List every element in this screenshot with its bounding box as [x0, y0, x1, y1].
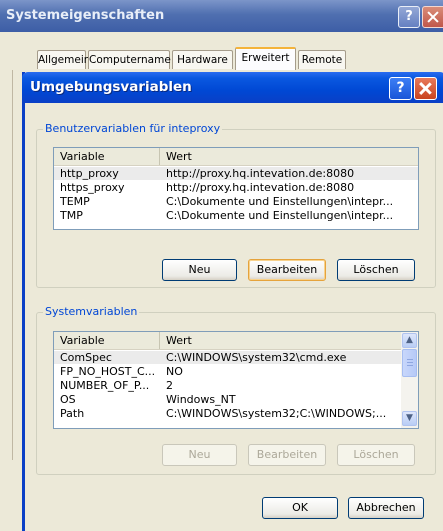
table-row[interactable]: ComSpec C:\WINDOWS\system32\cmd.exe	[54, 351, 401, 364]
variable-name: NUMBER_OF_P...	[60, 379, 150, 392]
user-delete-button[interactable]: Löschen	[337, 259, 415, 281]
dialog-title: Umgebungsvariablen	[30, 79, 192, 95]
environment-variables-dialog: Umgebungsvariablen ? Benutzervariablen f…	[22, 72, 443, 531]
close-icon[interactable]	[414, 77, 437, 100]
close-icon[interactable]	[422, 6, 443, 28]
system-properties-title-bar[interactable]: Systemeigenschaften ?	[0, 0, 443, 32]
variable-value: Windows_NT	[166, 393, 236, 406]
variable-name: Path	[60, 407, 85, 420]
variable-value: http://proxy.hq.intevation.de:8080	[166, 167, 355, 180]
variable-value: C:\WINDOWS\system32\cmd.exe	[166, 351, 347, 364]
list-header: Variable Wert	[54, 148, 418, 166]
tab-remote[interactable]: Remote	[298, 50, 346, 69]
variable-value: http://proxy.hq.intevation.de:8080	[166, 181, 355, 194]
user-edit-button[interactable]: Bearbeiten	[248, 259, 326, 281]
table-row[interactable]: http_proxy http://proxy.hq.intevation.de…	[54, 167, 418, 180]
system-new-button[interactable]: Neu	[162, 444, 237, 466]
scroll-down-icon[interactable]: ▼	[402, 411, 417, 426]
tab-erweitert[interactable]: Erweitert	[235, 47, 296, 70]
variable-value: C:\Dokumente und Einstellungen\intepr...	[166, 209, 394, 222]
variable-name: https_proxy	[60, 181, 125, 194]
variable-value: C:\Dokumente und Einstellungen\intepr...	[166, 195, 394, 208]
tab-computername[interactable]: Computername	[88, 50, 171, 69]
scroll-thumb[interactable]	[402, 349, 417, 377]
variable-name: FP_NO_HOST_C...	[60, 365, 156, 378]
system-variables-group: Systemvariablen Variable Wert ComSpec C:…	[36, 305, 436, 475]
list-header: Variable Wert	[54, 332, 401, 350]
variable-value: NO	[166, 365, 183, 378]
help-icon[interactable]: ?	[398, 6, 420, 28]
window-edge	[0, 70, 13, 460]
system-delete-button[interactable]: Löschen	[337, 444, 415, 466]
table-row[interactable]: TMP C:\Dokumente und Einstellungen\intep…	[54, 209, 418, 222]
variable-value: C:\WINDOWS\system32;C:\WINDOWS;...	[166, 407, 387, 420]
column-header-value[interactable]: Wert	[160, 148, 418, 165]
variable-value: 2	[166, 379, 173, 392]
system-variables-list[interactable]: Variable Wert ComSpec C:\WINDOWS\system3…	[53, 331, 419, 429]
table-row[interactable]: FP_NO_HOST_C... NO	[54, 365, 401, 378]
system-edit-button[interactable]: Bearbeiten	[248, 444, 326, 466]
variable-name: OS	[60, 393, 76, 406]
user-variables-group: Benutzervariablen für inteproxy Variable…	[36, 122, 436, 288]
help-icon[interactable]: ?	[389, 77, 412, 100]
table-row[interactable]: https_proxy http://proxy.hq.intevation.d…	[54, 181, 418, 194]
table-row[interactable]: Path C:\WINDOWS\system32;C:\WINDOWS;...	[54, 407, 401, 420]
variable-name: TMP	[60, 209, 83, 222]
user-new-button[interactable]: Neu	[162, 259, 237, 281]
system-variables-label: Systemvariablen	[43, 305, 140, 318]
table-row[interactable]: OS Windows_NT	[54, 393, 401, 406]
user-variables-list[interactable]: Variable Wert http_proxy http://proxy.hq…	[53, 147, 419, 230]
dialog-title-bar[interactable]: Umgebungsvariablen ?	[22, 72, 443, 103]
column-header-variable[interactable]: Variable	[54, 148, 160, 165]
vertical-scrollbar[interactable]: ▲ ▼	[401, 332, 418, 428]
ok-button[interactable]: OK	[262, 497, 338, 519]
table-row[interactable]: TEMP C:\Dokumente und Einstellungen\inte…	[54, 195, 418, 208]
column-header-value[interactable]: Wert	[160, 332, 401, 349]
variable-name: ComSpec	[60, 351, 112, 364]
scroll-up-icon[interactable]: ▲	[402, 333, 417, 348]
user-variables-label: Benutzervariablen für inteproxy	[43, 122, 223, 135]
table-row[interactable]: NUMBER_OF_P... 2	[54, 379, 401, 392]
system-properties-title: Systemeigenschaften	[6, 8, 165, 23]
cancel-button[interactable]: Abbrechen	[348, 497, 424, 519]
variable-name: TEMP	[60, 195, 90, 208]
tab-hardware[interactable]: Hardware	[172, 50, 233, 69]
tab-allgemein[interactable]: Allgemein	[37, 50, 90, 69]
column-header-variable[interactable]: Variable	[54, 332, 160, 349]
variable-name: http_proxy	[60, 167, 119, 180]
